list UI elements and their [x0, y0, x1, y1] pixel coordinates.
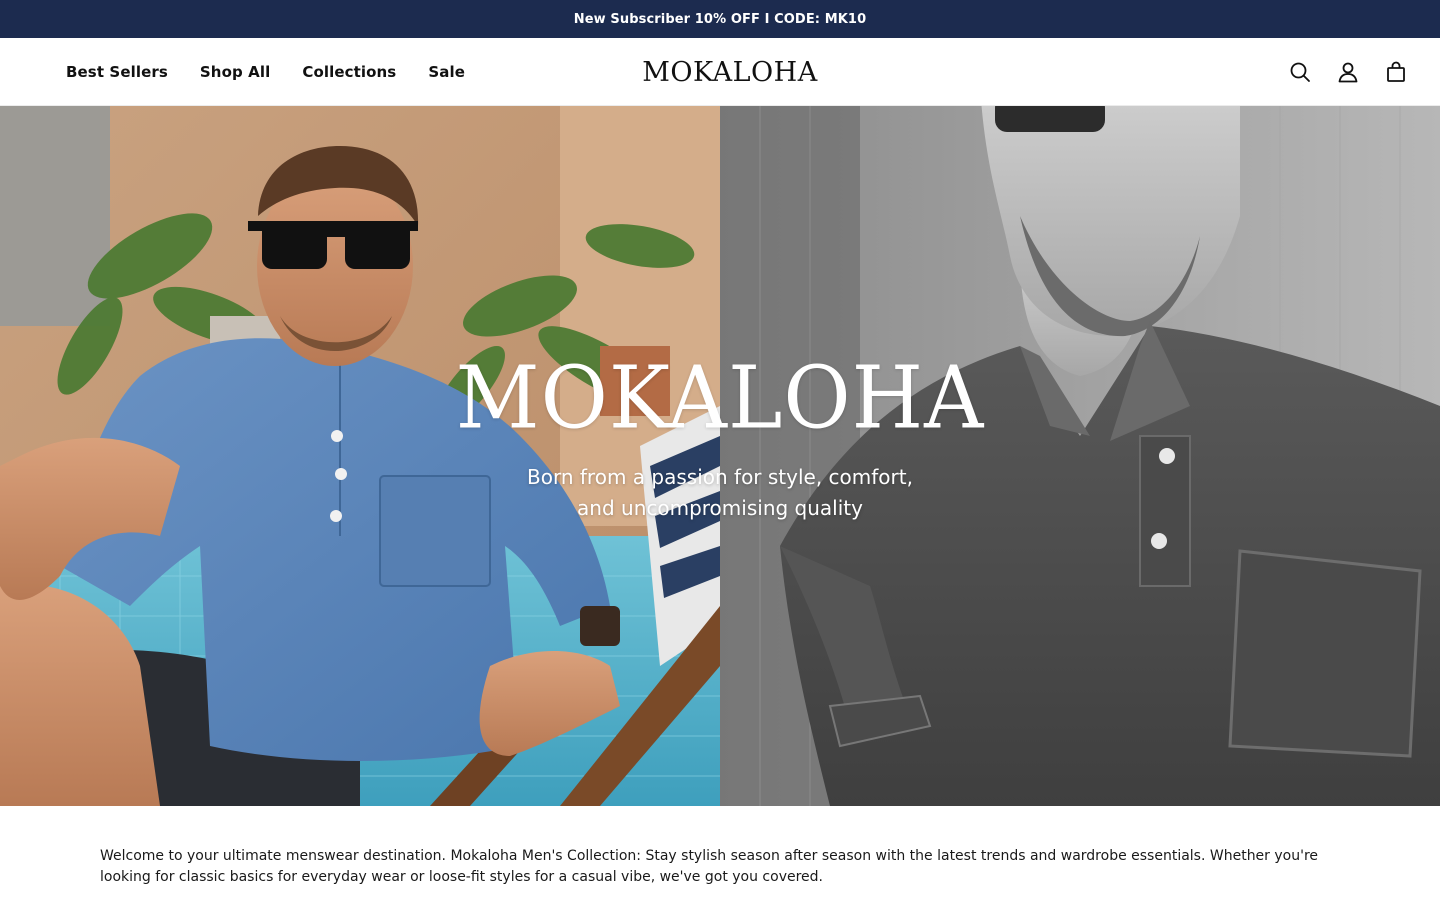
cart-icon[interactable] — [1384, 60, 1408, 84]
hero-banner[interactable]: MOKALOHA Born from a passion for style, … — [0, 106, 1440, 806]
hero-image-right — [720, 106, 1440, 806]
account-icon[interactable] — [1336, 60, 1360, 84]
nav-shop-all[interactable]: Shop All — [200, 63, 270, 81]
main-nav: Best Sellers Shop All Collections Sale — [66, 38, 465, 106]
nav-collections[interactable]: Collections — [302, 63, 396, 81]
announcement-text: New Subscriber 10% OFF I CODE: MK10 — [573, 11, 867, 27]
intro-paragraph: Welcome to your ultimate menswear destin… — [100, 848, 1319, 885]
site-header: Best Sellers Shop All Collections Sale M… — [0, 38, 1440, 106]
nav-best-sellers[interactable]: Best Sellers — [66, 63, 168, 81]
header-icons — [1288, 38, 1408, 106]
announcement-bar: New Subscriber 10% OFF I CODE: MK10 — [0, 0, 1440, 38]
search-icon[interactable] — [1288, 60, 1312, 84]
site-logo[interactable]: MOKALOHA — [630, 38, 830, 106]
hero-image-left — [0, 106, 720, 806]
nav-sale[interactable]: Sale — [428, 63, 465, 81]
